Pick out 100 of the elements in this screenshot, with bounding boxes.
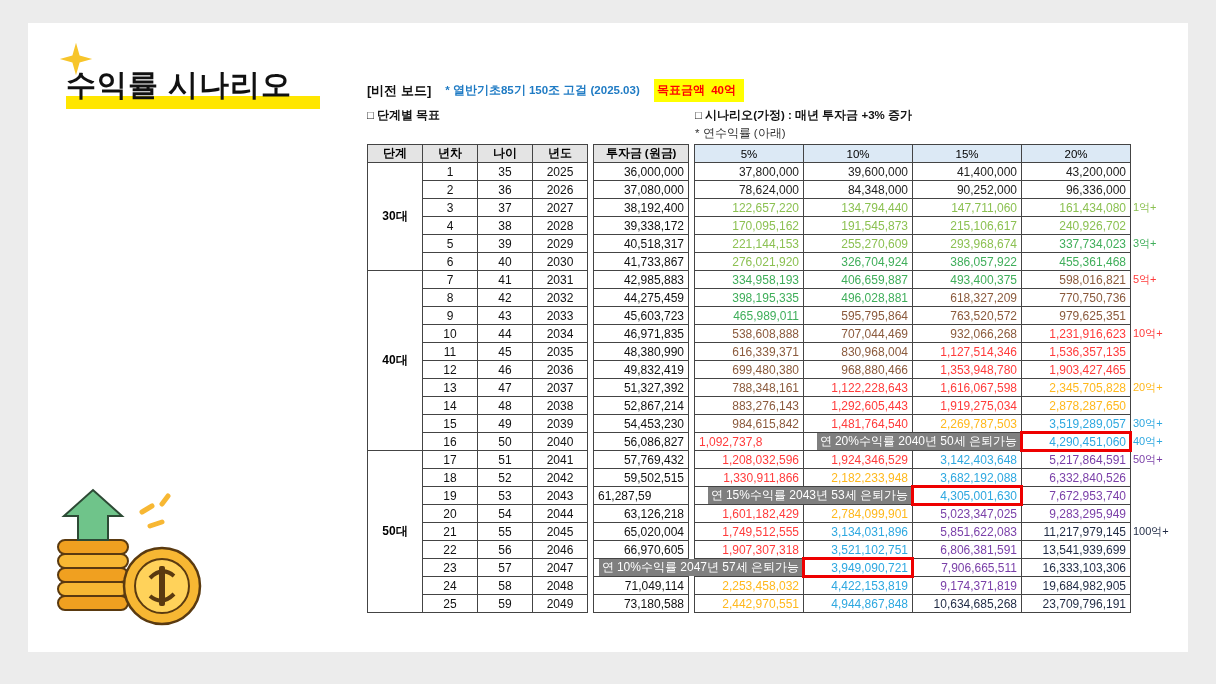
table-cell: 22 (422, 540, 478, 559)
table-cell: 2045 (532, 522, 588, 541)
table-cell: 1,292,605,443 (803, 396, 913, 415)
table-cell: 52,867,214 (593, 396, 689, 415)
table-cell: 1,924,346,529 (803, 450, 913, 469)
table-cell: 40,518,317 (593, 234, 689, 253)
table-cell: 73,180,588 (593, 594, 689, 613)
table-cell: 48,380,990 (593, 342, 689, 361)
table-cell: 56,086,827 (593, 432, 689, 451)
table-cell: 3,134,031,896 (803, 522, 913, 541)
table-cell: 147,711,060 (912, 198, 1022, 217)
table-cell: 58 (477, 576, 533, 595)
table-cell: 293,968,674 (912, 234, 1022, 253)
table-cell: 830,968,004 (803, 342, 913, 361)
table-cell: 276,021,920 (694, 252, 804, 271)
column-header: 나이 (477, 144, 533, 163)
table-cell: 979,625,351 (1021, 306, 1131, 325)
table-cell: 465,989,011 (694, 306, 804, 325)
table-cell: 8 (422, 288, 478, 307)
table-cell: 2032 (532, 288, 588, 307)
table-cell: 39,338,172 (593, 216, 689, 235)
table-cell: 23,709,796,191 (1021, 594, 1131, 613)
table-cell: 4 (422, 216, 478, 235)
table-cell: 2,182,233,948 (803, 468, 913, 487)
table-cell: 496,028,881 (803, 288, 913, 307)
table-cell: 42 (477, 288, 533, 307)
table-cell: 2046 (532, 540, 588, 559)
table-cell: 595,795,864 (803, 306, 913, 325)
table-cell: 5 (422, 234, 478, 253)
table-cell: 19 (422, 486, 478, 505)
table-cell: 52 (477, 468, 533, 487)
table-cell: 20 (422, 504, 478, 523)
table-cell: 51 (477, 450, 533, 469)
table-cell: 1,481,764,540 (803, 414, 913, 433)
table-cell: 5,023,347,025 (912, 504, 1022, 523)
table-cell: 53 (477, 486, 533, 505)
table-cell: 56 (477, 540, 533, 559)
table-cell: 968,880,466 (803, 360, 913, 379)
table-cell: 699,480,380 (694, 360, 804, 379)
table-cell: 36,000,000 (593, 162, 689, 181)
table-cell: 2025 (532, 162, 588, 181)
milestone-note: 30억+ (1133, 417, 1163, 429)
table-cell: 122,657,220 (694, 198, 804, 217)
table-cell: 25 (422, 594, 478, 613)
column-header: 10% (803, 144, 913, 163)
milestone-note: 100억+ (1133, 525, 1169, 537)
table-cell: 21 (422, 522, 478, 541)
table-cell: 618,327,209 (912, 288, 1022, 307)
table-cell: 6,806,381,591 (912, 540, 1022, 559)
table-cell: 2029 (532, 234, 588, 253)
table-cell: 2028 (532, 216, 588, 235)
table-cell: 10 (422, 324, 478, 343)
table-cell: 57 (477, 558, 533, 577)
table-cell: 598,016,821 (1021, 270, 1131, 289)
table-cell: 1,353,948,780 (912, 360, 1022, 379)
table-cell: 215,106,617 (912, 216, 1022, 235)
table-cell: 23 (422, 558, 478, 577)
table-cell: 40 (477, 252, 533, 271)
table-cell: 4,305,001,630 (940, 488, 1017, 503)
table-cell: 96,336,000 (1021, 180, 1131, 199)
column-header: 15% (912, 144, 1022, 163)
table-cell: 1,231,916,623 (1021, 324, 1131, 343)
table-cell: 11,217,979,145 (1021, 522, 1131, 541)
table-cell: 2049 (532, 594, 588, 613)
table-cell: 883,276,143 (694, 396, 804, 415)
table-cell: 2,784,099,901 (803, 504, 913, 523)
table-cell: 398,195,335 (694, 288, 804, 307)
table-cell: 191,545,873 (803, 216, 913, 235)
milestone-note: 1억+ (1133, 201, 1157, 213)
table-cell: 38,192,400 (593, 198, 689, 217)
table-cell: 2038 (532, 396, 588, 415)
table-cell: 984,615,842 (694, 414, 804, 433)
callout-label: 연 15%수익률 2043년 53세 은퇴가능 (707, 487, 911, 504)
table-cell: 337,734,023 (1021, 234, 1131, 253)
table-cell: 57,769,432 (593, 450, 689, 469)
table-cell: 2033 (532, 306, 588, 325)
stage-cell: 50대 (367, 450, 423, 613)
table-cell: 2041 (532, 450, 588, 469)
table-cell: 59 (477, 594, 533, 613)
table-cell: 41,733,867 (593, 252, 689, 271)
table-cell: 5,851,622,083 (912, 522, 1022, 541)
milestone-note: 10억+ (1133, 327, 1163, 339)
table-cell: 538,608,888 (694, 324, 804, 343)
table-cell: 17 (422, 450, 478, 469)
table-cell: 2043 (532, 486, 588, 505)
column-header: 년차 (422, 144, 478, 163)
table-cell: 2042 (532, 468, 588, 487)
table-cell: 16 (422, 432, 478, 451)
milestone-note: 5억+ (1133, 273, 1157, 285)
table-cell: 46,971,835 (593, 324, 689, 343)
column-header: 년도 (532, 144, 588, 163)
table-cell: 51,327,392 (593, 378, 689, 397)
table-cell: 2047 (532, 558, 588, 577)
table-cell: 455,361,468 (1021, 252, 1131, 271)
table-cell: 788,348,161 (694, 378, 804, 397)
table-cell: 48 (477, 396, 533, 415)
table-cell: 2027 (532, 198, 588, 217)
table-cell: 134,794,440 (803, 198, 913, 217)
table-cell: 1,919,275,034 (912, 396, 1022, 415)
table-cell: 71,049,114 (593, 576, 689, 595)
